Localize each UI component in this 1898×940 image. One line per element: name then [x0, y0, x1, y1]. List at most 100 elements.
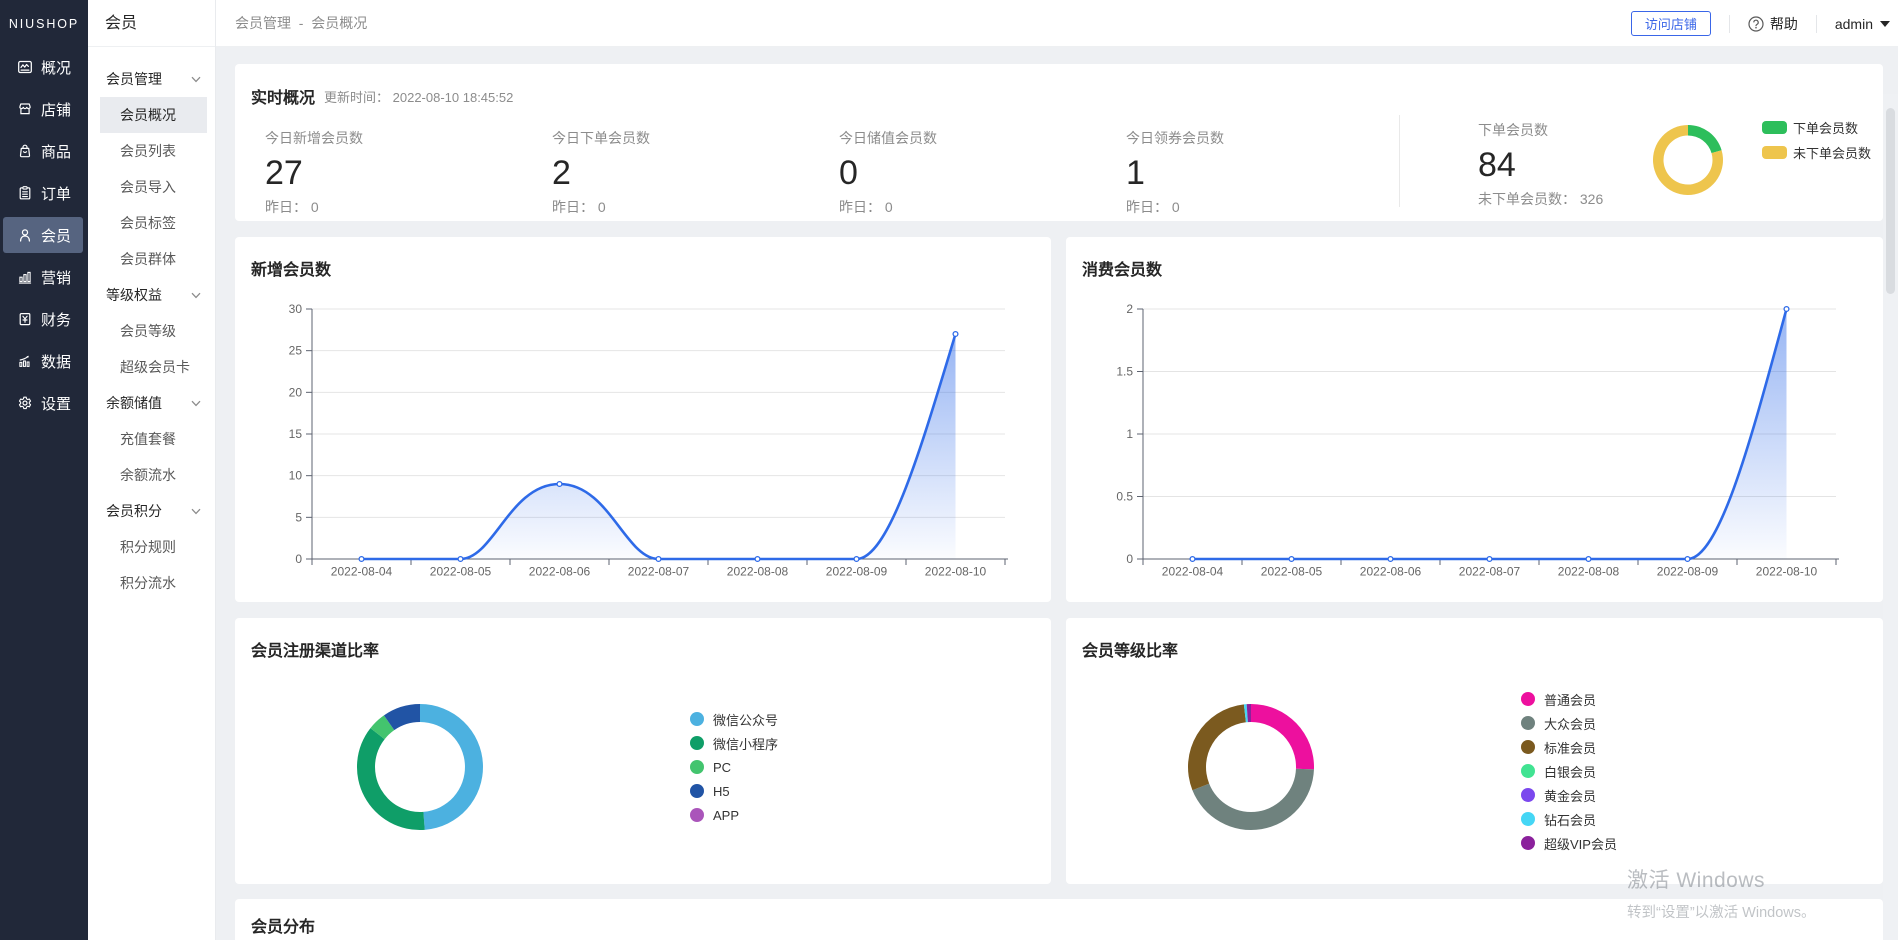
legend-swatch: [1762, 146, 1787, 159]
goods-icon: [17, 143, 33, 159]
scrollbar-thumb[interactable]: [1886, 108, 1895, 294]
svg-text:5: 5: [295, 510, 302, 524]
visit-shop-button[interactable]: 访问店铺: [1631, 11, 1711, 36]
submenu-item[interactable]: 会员积分: [88, 493, 215, 529]
svg-text:2022-08-09: 2022-08-09: [826, 565, 888, 579]
register-channel-card: 会员注册渠道比率 微信公众号微信小程序PCH5APP: [235, 618, 1051, 884]
legend-item[interactable]: 普通会员: [1541, 687, 1617, 711]
sidebar-item-member[interactable]: 会员: [3, 217, 83, 253]
stat-value: 0: [839, 155, 1112, 191]
legend-item[interactable]: 白银会员: [1541, 759, 1617, 783]
member-distribution-title: 会员分布: [251, 913, 315, 937]
legend-label: PC: [713, 760, 731, 775]
user-name: admin: [1835, 16, 1873, 32]
data-icon: [17, 353, 33, 369]
member-submenu: 会员 会员管理会员概况会员列表会员导入会员标签会员群体等级权益会员等级超级会员卡…: [88, 0, 216, 940]
submenu-item[interactable]: 会员等级: [88, 313, 215, 349]
realtime-stat: 今日领券会员数1昨日： 0: [1112, 120, 1399, 210]
svg-text:2022-08-07: 2022-08-07: [1459, 565, 1521, 579]
svg-text:2022-08-05: 2022-08-05: [430, 565, 492, 579]
legend-item[interactable]: 大众会员: [1541, 711, 1617, 735]
submenu-item[interactable]: 积分规则: [88, 529, 215, 565]
help-button[interactable]: 帮助: [1748, 14, 1798, 34]
legend-item[interactable]: 黄金会员: [1541, 783, 1617, 807]
submenu-item[interactable]: 余额储值: [88, 385, 215, 421]
sidebar-item-goods[interactable]: 商品: [3, 133, 83, 169]
stat-yesterday: 昨日： 0: [839, 197, 1112, 217]
svg-text:2: 2: [1126, 302, 1133, 316]
legend-item[interactable]: 超级VIP会员: [1541, 831, 1617, 855]
help-label: 帮助: [1770, 14, 1798, 34]
svg-text:20: 20: [289, 385, 303, 399]
legend-label: 超级VIP会员: [1544, 834, 1617, 853]
sidebar-item-marketing[interactable]: 营销: [3, 259, 83, 295]
stat-label: 今日领券会员数: [1126, 128, 1399, 148]
sidebar-item-overview[interactable]: 概况: [3, 49, 83, 85]
submenu-item[interactable]: 积分流水: [88, 565, 215, 601]
legend-item[interactable]: H5: [710, 779, 778, 803]
sidebar-item-settings[interactable]: 设置: [3, 385, 83, 421]
submenu-item[interactable]: 余额流水: [88, 457, 215, 493]
sidebar-item-label: 概况: [41, 57, 71, 78]
legend-dot: [1521, 812, 1535, 826]
legend-dot: [1521, 716, 1535, 730]
submenu-item[interactable]: 会员列表: [88, 133, 215, 169]
legend-item[interactable]: 标准会员: [1541, 735, 1617, 759]
legend-dot: [690, 712, 704, 726]
svg-text:2022-08-10: 2022-08-10: [925, 565, 987, 579]
realtime-stat: 今日新增会员数27昨日： 0: [251, 120, 538, 210]
sidebar-item-label: 财务: [41, 309, 71, 330]
legend-item[interactable]: 下单会员数: [1762, 120, 1871, 134]
legend-item[interactable]: APP: [710, 803, 778, 827]
submenu-item[interactable]: 会员标签: [88, 205, 215, 241]
svg-text:0.5: 0.5: [1116, 490, 1133, 504]
legend-label: 大众会员: [1544, 714, 1596, 733]
legend-item[interactable]: PC: [710, 755, 778, 779]
legend-label: 未下单会员数: [1793, 143, 1871, 162]
submenu-item-label: 会员群体: [120, 249, 176, 269]
realtime-overview-card: 实时概况 更新时间： 2022-08-10 18:45:52 今日新增会员数27…: [235, 64, 1883, 221]
submenu-item[interactable]: 会员概况: [100, 97, 207, 133]
realtime-stat: 今日下单会员数2昨日： 0: [538, 120, 825, 210]
submenu-title: 会员: [88, 0, 215, 47]
scrollbar[interactable]: [1883, 94, 1898, 940]
legend-item[interactable]: 未下单会员数: [1762, 145, 1871, 159]
legend-dot: [690, 808, 704, 822]
legend-item[interactable]: 钻石会员: [1541, 807, 1617, 831]
member-distribution-card: 会员分布: [235, 899, 1883, 940]
sidebar-item-label: 数据: [41, 351, 71, 372]
stat-yesterday: 昨日： 0: [552, 197, 825, 217]
submenu-item[interactable]: 充值套餐: [88, 421, 215, 457]
finance-icon: [17, 311, 33, 327]
submenu-item-label: 会员等级: [120, 321, 176, 341]
svg-text:2022-08-04: 2022-08-04: [1162, 565, 1224, 579]
submenu-item[interactable]: 超级会员卡: [88, 349, 215, 385]
svg-text:1.5: 1.5: [1116, 365, 1133, 379]
submenu-item-label: 超级会员卡: [120, 357, 190, 377]
legend-label: 微信小程序: [713, 734, 778, 753]
legend-item[interactable]: 微信小程序: [710, 731, 778, 755]
svg-text:2022-08-05: 2022-08-05: [1261, 565, 1323, 579]
sidebar-item-shop[interactable]: 店铺: [3, 91, 83, 127]
submenu-item[interactable]: 会员导入: [88, 169, 215, 205]
stat-value: 2: [552, 155, 825, 191]
brand-logo: NIUSHOP: [0, 0, 88, 47]
sidebar-item-order[interactable]: 订单: [3, 175, 83, 211]
stat-yesterday: 昨日： 0: [1126, 197, 1399, 217]
svg-text:0: 0: [295, 552, 302, 566]
submenu-item[interactable]: 会员群体: [88, 241, 215, 277]
member-level-card: 会员等级比率 普通会员大众会员标准会员白银会员黄金会员钻石会员超级VIP会员: [1066, 618, 1883, 884]
sidebar-item-data[interactable]: 数据: [3, 343, 83, 379]
submenu-item-label: 会员概况: [120, 105, 176, 125]
sidebar-item-finance[interactable]: 财务: [3, 301, 83, 337]
legend-label: APP: [713, 808, 739, 823]
legend-label: 普通会员: [1544, 690, 1596, 709]
chevron-down-icon: [191, 76, 201, 83]
submenu-item[interactable]: 会员管理: [88, 61, 215, 97]
svg-text:2022-08-08: 2022-08-08: [1558, 565, 1620, 579]
submenu-item[interactable]: 等级权益: [88, 277, 215, 313]
legend-item[interactable]: 微信公众号: [710, 707, 778, 731]
user-menu[interactable]: admin: [1835, 16, 1890, 32]
svg-text:10: 10: [289, 469, 303, 483]
stat-value: 1: [1126, 155, 1399, 191]
